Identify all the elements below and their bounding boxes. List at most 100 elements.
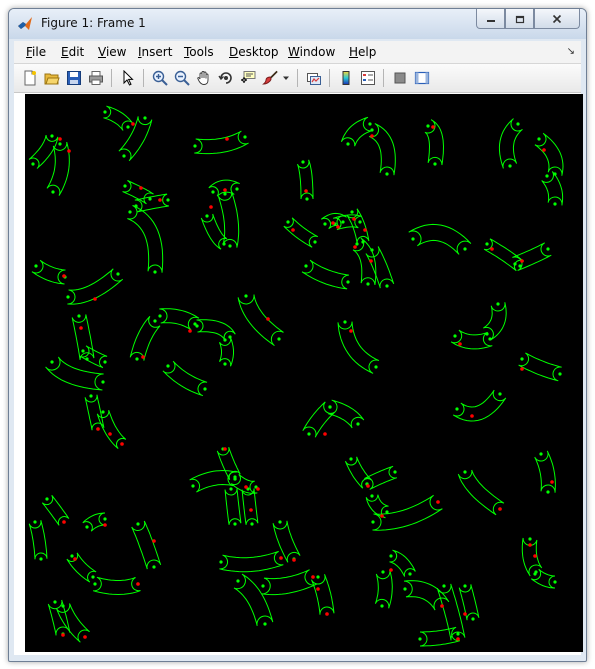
print-button[interactable]: [86, 68, 106, 88]
spot-marker: [431, 125, 435, 129]
spot-marker: [279, 556, 283, 560]
cell-pole-marker: [235, 187, 239, 191]
menu-desktop[interactable]: Desktop: [229, 45, 279, 59]
show-plot-tools-icon: [414, 71, 430, 85]
cell-pole-marker: [313, 240, 317, 244]
minimize-button[interactable]: [476, 9, 505, 29]
cell-pole-marker: [45, 497, 49, 501]
close-icon: [552, 14, 562, 23]
cell-pole-marker: [463, 247, 467, 251]
cell-pole-marker: [153, 270, 157, 274]
cell-pole-marker: [152, 565, 156, 569]
spot-marker: [490, 247, 494, 251]
title-bar[interactable]: Figure 1: Frame 1: [9, 9, 586, 39]
menu-edit[interactable]: Edit: [61, 45, 84, 59]
spot-marker: [304, 189, 308, 193]
cell-pole-marker: [211, 190, 215, 194]
cell-pole-marker: [66, 295, 70, 299]
cell-pole-marker: [50, 360, 54, 364]
hide-plot-tools-button[interactable]: [390, 68, 410, 88]
cell-pole-marker: [426, 124, 430, 128]
cell-pole-marker: [148, 197, 152, 201]
cell-pole-marker: [349, 457, 353, 461]
cell-pole-marker: [558, 372, 562, 376]
cell-outline: [194, 130, 249, 155]
menubar-dock-arrow-icon[interactable]: ↘: [567, 46, 575, 57]
new-figure-button[interactable]: [20, 68, 40, 88]
cell-pole-marker: [366, 282, 370, 286]
maximize-button[interactable]: [505, 9, 534, 29]
cell-outline: [261, 569, 317, 596]
cell-pole-marker: [243, 135, 247, 139]
spot-marker: [325, 612, 329, 616]
cell-pole-marker: [123, 184, 127, 188]
menu-window[interactable]: Window: [288, 45, 335, 59]
spot-marker: [67, 149, 71, 153]
cell-pole-marker: [250, 522, 254, 526]
figure-canvas: [14, 93, 583, 655]
cell-pole-marker: [403, 587, 407, 591]
spot-marker: [550, 480, 554, 484]
cell-outline: [311, 574, 335, 615]
cell-pole-marker: [205, 214, 209, 218]
cell-pole-marker: [233, 477, 237, 481]
cell-outline: [337, 321, 380, 374]
spot-marker: [311, 575, 315, 579]
window-controls: [476, 9, 580, 29]
link-plot-button[interactable]: [304, 68, 324, 88]
menu-view[interactable]: View: [98, 45, 126, 59]
menu-insert[interactable]: Insert: [138, 45, 172, 59]
open-file-button[interactable]: [42, 68, 62, 88]
zoom-in-button[interactable]: [150, 68, 170, 88]
spot-marker: [349, 329, 353, 333]
cell-pole-marker: [539, 452, 543, 456]
brush-button[interactable]: [260, 68, 280, 88]
spot-marker: [93, 297, 97, 301]
cell-pole-marker: [537, 137, 541, 141]
cell-outline: [233, 573, 274, 627]
cell-outline: [365, 246, 395, 289]
legend-button[interactable]: [358, 68, 378, 88]
colorbar-button[interactable]: [336, 68, 356, 88]
save-button[interactable]: [64, 68, 84, 88]
cell-outline: [408, 223, 472, 255]
data-cursor-button[interactable]: [238, 68, 258, 88]
zoom-out-icon: [174, 70, 190, 86]
close-button[interactable]: [534, 9, 580, 29]
pan-button[interactable]: [194, 68, 214, 88]
cell-outline: [131, 520, 162, 570]
show-plot-tools-button[interactable]: [412, 68, 432, 88]
cell-outline: [46, 141, 70, 196]
cell-pole-marker: [508, 164, 512, 168]
spot-marker: [152, 539, 156, 543]
image-axes[interactable]: [25, 94, 583, 652]
spot-marker: [223, 188, 227, 192]
spot-marker: [353, 245, 357, 249]
spot-marker: [158, 198, 162, 202]
brush-dropdown-button[interactable]: [280, 68, 292, 88]
cell-pole-marker: [350, 210, 354, 214]
menu-help[interactable]: Help: [349, 45, 376, 59]
cell-pole-marker: [463, 584, 467, 588]
cell-outline: [340, 116, 373, 147]
menu-file[interactable]: File: [26, 45, 46, 59]
cell-pole-marker: [411, 237, 415, 241]
cell-pole-marker: [307, 432, 311, 436]
brush-icon: [262, 70, 278, 85]
edit-plot-button[interactable]: [118, 68, 138, 88]
spot-marker: [352, 217, 356, 221]
toolbar-separator: [143, 69, 144, 87]
cell-outline: [301, 259, 349, 290]
cell-pole-marker: [355, 242, 359, 246]
spot-marker: [73, 557, 77, 561]
menu-tools[interactable]: Tools: [184, 45, 214, 59]
cell-pole-marker: [244, 294, 248, 298]
print-icon: [89, 71, 103, 85]
spot-marker: [336, 225, 340, 229]
spot-marker: [520, 259, 524, 263]
cell-pole-marker: [370, 248, 374, 252]
zoom-out-button[interactable]: [172, 68, 192, 88]
rotate-3d-button[interactable]: [216, 68, 236, 88]
cell-outline: [452, 389, 507, 422]
figure-window: Figure 1: Frame 1 File Edit View Insert …: [8, 8, 587, 662]
